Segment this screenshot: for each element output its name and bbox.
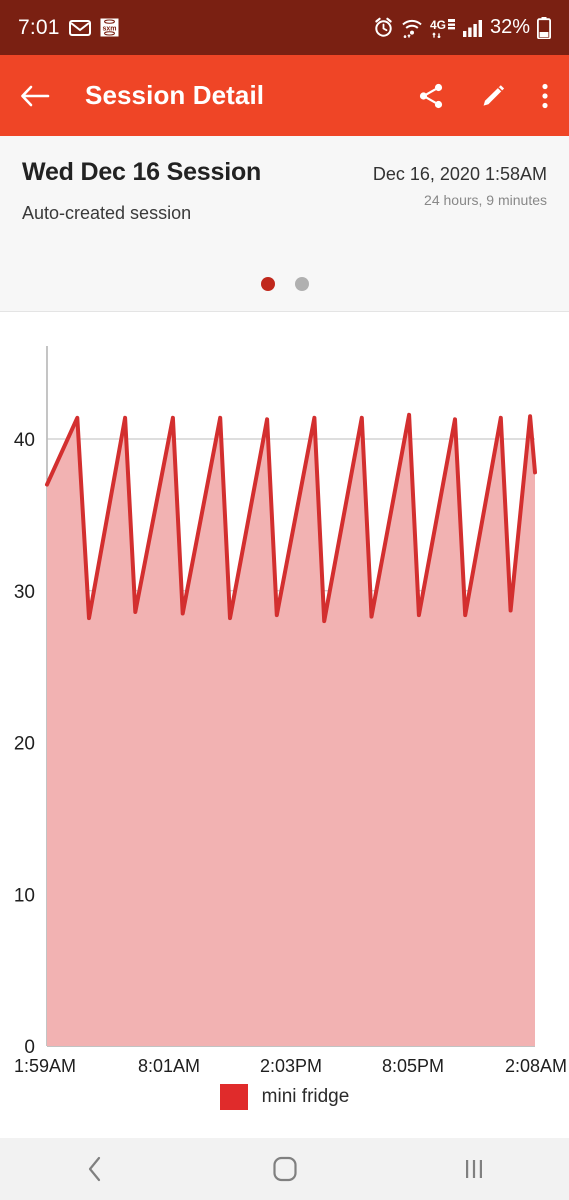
page-dot-2[interactable] (294, 277, 309, 291)
legend-label-mini-fridge: mini fridge (261, 1086, 350, 1107)
session-header-card: Wed Dec 16 Session Auto-created session … (0, 136, 569, 312)
nav-home-icon[interactable] (190, 1154, 380, 1184)
chart-container[interactable]: 0 10 20 30 40 1:59AM 8:01AM 2:03PM 8:05PM 2:08AM … (0, 312, 569, 1132)
pencil-edit-icon[interactable] (479, 82, 507, 110)
more-vertical-icon[interactable] (541, 82, 549, 110)
chart-legend: mini fridge (0, 1084, 569, 1110)
page-indicator-dots[interactable] (0, 277, 569, 291)
status-bar-right: 4G 32% (373, 16, 551, 39)
app-bar-actions (417, 82, 549, 110)
y-axis-tick-label: 0 (24, 1037, 35, 1058)
x-axis-tick-label: 8:01AM (138, 1056, 200, 1076)
x-axis-tick-label: 2:08AM (505, 1056, 567, 1076)
battery-icon (537, 16, 551, 39)
y-axis-tick-label: 10 (14, 885, 35, 906)
svg-text:4G: 4G (430, 18, 446, 32)
alarm-icon (373, 17, 394, 38)
session-title: Wed Dec 16 Session (22, 158, 262, 186)
back-arrow-icon[interactable] (20, 83, 50, 109)
signal-bars-icon (462, 19, 483, 37)
chart-area-fill (47, 414, 535, 1046)
session-header-right: Dec 16, 2020 1:58AM 24 hours, 9 minutes (373, 158, 547, 208)
legend-swatch-mini-fridge (219, 1084, 248, 1110)
android-nav-bar (0, 1138, 569, 1200)
siriusxm-icon: sxm (100, 18, 119, 37)
page-title: Session Detail (85, 80, 265, 110)
session-date: Dec 16, 2020 1:58AM (372, 164, 547, 184)
status-clock: 7:01 (18, 15, 60, 39)
page-dot-1[interactable] (260, 277, 275, 291)
mail-icon (68, 19, 91, 36)
y-axis-tick-label: 40 (14, 430, 35, 451)
session-header-left: Wed Dec 16 Session Auto-created session (22, 158, 373, 224)
y-axis-tick-label: 30 (14, 582, 35, 603)
session-duration: 24 hours, 9 minutes (424, 192, 547, 208)
y-axis-tick-label: 20 (14, 734, 35, 755)
nav-recents-icon[interactable] (379, 1154, 569, 1184)
status-bar-left: 7:01 sxm (18, 16, 119, 40)
session-subtitle: Auto-created session (22, 203, 192, 223)
temperature-area-chart[interactable]: 0 10 20 30 40 1:59AM 8:01AM 2:03PM 8:05PM 2:08AM (0, 318, 569, 1078)
session-header-row: Wed Dec 16 Session Auto-created session … (22, 158, 547, 224)
wifi-icon (401, 18, 423, 38)
nav-back-icon[interactable] (0, 1154, 190, 1184)
battery-percent-label: 32% (489, 16, 530, 38)
share-icon[interactable] (417, 82, 445, 110)
x-axis-tick-label: 1:59AM (14, 1056, 76, 1076)
x-axis-tick-label: 2:03PM (260, 1056, 322, 1076)
4g-lte-icon: 4G (430, 18, 456, 38)
x-axis-tick-label: 8:05PM (382, 1056, 444, 1076)
status-bar: 7:01 sxm 4G 32% (0, 0, 569, 55)
app-bar: Session Detail (0, 55, 569, 136)
